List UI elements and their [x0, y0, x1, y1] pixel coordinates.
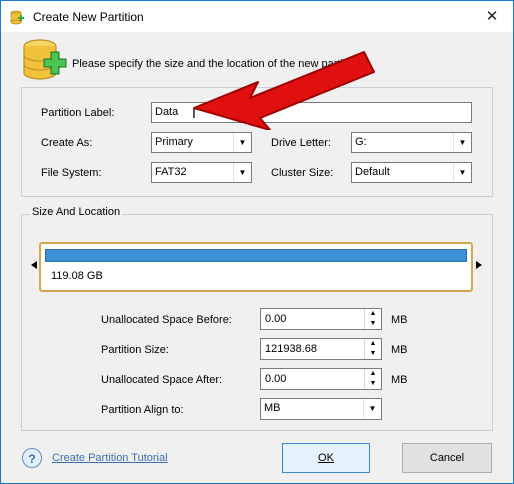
unallocated-before-value: 0.00	[265, 313, 287, 325]
unallocated-before-spinner[interactable]: 0.00 ▲ ▼	[260, 308, 382, 330]
partition-label-label: Partition Label:	[41, 107, 115, 119]
partition-size-unit: MB	[391, 344, 408, 356]
drive-letter-select[interactable]: G: ▼	[351, 132, 472, 153]
chevron-down-icon[interactable]: ▼	[233, 133, 251, 152]
partition-size-label: Partition Size:	[101, 344, 169, 356]
file-system-select[interactable]: FAT32 ▼	[151, 162, 252, 183]
title-bar: Create New Partition ✕	[1, 1, 513, 32]
size-location-title: Size And Location	[30, 206, 123, 218]
unallocated-after-spinner[interactable]: 0.00 ▲ ▼	[260, 368, 382, 390]
chevron-down-icon[interactable]: ▼	[453, 133, 471, 152]
create-as-select[interactable]: Primary ▼	[151, 132, 252, 153]
chevron-down-icon[interactable]: ▼	[363, 399, 381, 418]
drive-letter-value: G:	[355, 136, 367, 148]
drive-letter-label: Drive Letter:	[271, 137, 331, 149]
unallocated-before-label: Unallocated Space Before:	[101, 314, 232, 326]
disk-size-text: 119.08 GB	[51, 270, 103, 282]
partition-size-value: 121938.68	[265, 343, 317, 355]
chevron-down-icon[interactable]: ▼	[453, 163, 471, 182]
cluster-size-select[interactable]: Default ▼	[351, 162, 472, 183]
partition-bar[interactable]	[45, 249, 467, 262]
app-icon	[10, 10, 24, 25]
ok-button[interactable]: OK	[282, 443, 370, 473]
unallocated-after-value: 0.00	[265, 373, 287, 385]
partition-align-label: Partition Align to:	[101, 404, 184, 416]
partition-align-value: MB	[264, 402, 281, 414]
left-resize-handle[interactable]	[31, 261, 37, 269]
close-icon: ✕	[485, 8, 499, 25]
partition-align-select[interactable]: MB ▼	[260, 398, 382, 420]
cancel-button-label: Cancel	[429, 452, 465, 464]
file-system-value: FAT32	[155, 166, 187, 178]
create-as-label: Create As:	[41, 137, 93, 149]
cluster-size-value: Default	[355, 166, 390, 178]
disk-map[interactable]: 119.08 GB	[39, 242, 473, 292]
spin-down-icon[interactable]: ▼	[364, 349, 381, 359]
unallocated-after-label: Unallocated Space After:	[101, 374, 223, 386]
ok-button-label: OK	[318, 452, 334, 464]
chevron-down-icon[interactable]: ▼	[233, 163, 251, 182]
partition-size-spinner[interactable]: 121938.68 ▲ ▼	[260, 338, 382, 360]
window-title: Create New Partition	[33, 10, 144, 24]
file-system-label: File System:	[41, 167, 102, 179]
help-icon[interactable]: ?	[22, 448, 42, 468]
right-resize-handle[interactable]	[476, 261, 482, 269]
annotation-arrow-icon	[193, 51, 375, 130]
tutorial-link[interactable]: Create Partition Tutorial	[52, 452, 168, 464]
spin-down-icon[interactable]: ▼	[364, 319, 381, 329]
close-button[interactable]: ✕	[481, 6, 503, 28]
cancel-button[interactable]: Cancel	[402, 443, 492, 473]
partition-label-value: Data	[155, 106, 179, 118]
spin-down-icon[interactable]: ▼	[364, 379, 381, 389]
cluster-size-label: Cluster Size:	[271, 167, 334, 179]
create-as-value: Primary	[155, 136, 193, 148]
unallocated-before-unit: MB	[391, 314, 408, 326]
unallocated-after-unit: MB	[391, 374, 408, 386]
database-plus-icon	[23, 39, 67, 80]
